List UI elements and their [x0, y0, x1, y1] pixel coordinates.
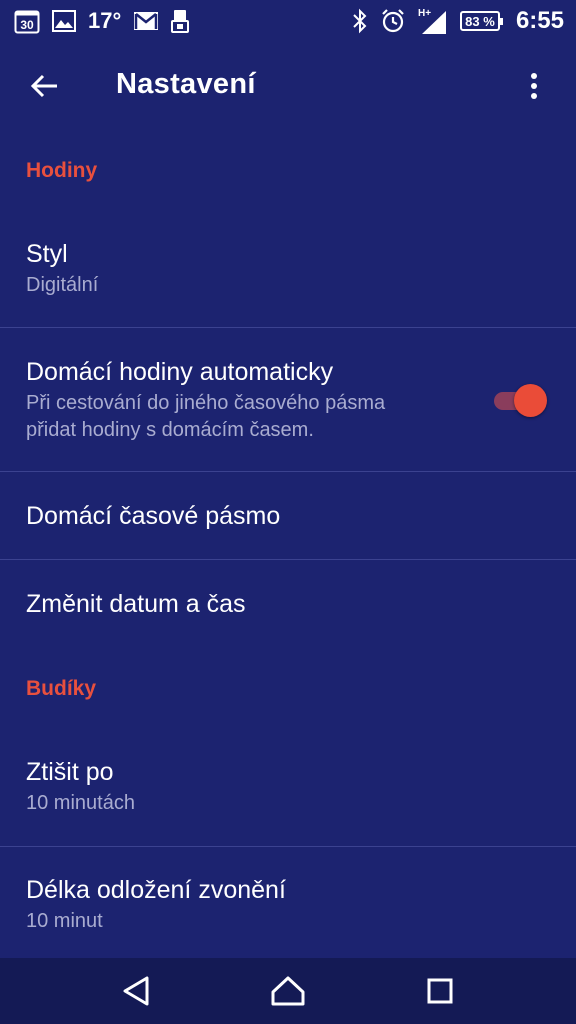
setting-style-title: Styl [26, 240, 68, 268]
nav-home-button[interactable] [258, 961, 318, 1021]
setting-silence-after-title: Ztišit po [26, 758, 114, 786]
network-label: H+ [418, 8, 431, 19]
auto-home-clock-toggle[interactable] [494, 381, 547, 421]
setting-auto-home-clock[interactable]: Domácí hodiny automaticky Při cestování … [0, 356, 576, 444]
status-bar-right: H+ 83 % 6:55 [352, 7, 564, 35]
clock-settings-screen: 30 17° H+ 83 % 6:55 Nastavení Hodiny Sty… [0, 0, 576, 1024]
status-bar: 30 17° H+ 83 % 6:55 [0, 0, 576, 42]
divider [0, 327, 576, 328]
back-triangle-icon [123, 976, 149, 1006]
setting-snooze-length-value: 10 minut [26, 910, 103, 932]
setting-home-timezone[interactable]: Domácí časové pásmo [0, 500, 576, 532]
clock-time: 6:55 [515, 7, 564, 34]
alarm-icon [380, 8, 406, 34]
status-bar-left: 30 17° [14, 8, 190, 34]
setting-snooze-length[interactable]: Délka odložení zvonění 10 minut [0, 874, 576, 935]
section-header-alarms: Budíky [26, 677, 97, 700]
section-header-clock: Hodiny [26, 159, 98, 182]
bluetooth-icon [352, 8, 368, 34]
setting-style[interactable]: Styl Digitální [0, 238, 576, 299]
gmail-icon [133, 11, 159, 31]
recents-icon [427, 978, 453, 1004]
more-options-button[interactable] [510, 62, 558, 110]
toolbar: Nastavení [0, 42, 576, 130]
setting-silence-after[interactable]: Ztišit po 10 minutách [0, 756, 576, 817]
arrow-back-icon [30, 74, 57, 98]
signal-icon: H+ [418, 7, 448, 35]
divider [0, 559, 576, 560]
home-icon [271, 976, 305, 1006]
nav-recents-button[interactable] [410, 961, 470, 1021]
page-title: Nastavení [116, 68, 256, 100]
divider [0, 846, 576, 847]
temperature-text: 17° [88, 8, 122, 33]
setting-snooze-length-title: Délka odložení zvonění [26, 876, 286, 904]
calendar-day: 30 [20, 18, 34, 32]
setting-home-timezone-title: Domácí časové pásmo [26, 502, 281, 530]
divider [0, 471, 576, 472]
more-vert-icon [531, 73, 537, 99]
toggle-thumb [514, 384, 547, 417]
back-button[interactable] [20, 62, 68, 110]
setting-silence-after-value: 10 minutách [26, 792, 135, 814]
calendar-icon: 30 [14, 8, 40, 34]
battery-level: 83 % [465, 13, 495, 29]
battery-icon: 83 % [459, 11, 503, 31]
navigation-bar [0, 958, 576, 1024]
gallery-icon [52, 10, 76, 32]
device-icon [171, 9, 190, 33]
nav-back-button[interactable] [106, 961, 166, 1021]
setting-style-value: Digitální [26, 274, 99, 296]
setting-auto-home-desc-line2: přidat hodiny s domácím časem. [26, 419, 314, 441]
setting-change-datetime[interactable]: Změnit datum a čas [0, 588, 576, 620]
setting-change-datetime-title: Změnit datum a čas [26, 590, 246, 618]
